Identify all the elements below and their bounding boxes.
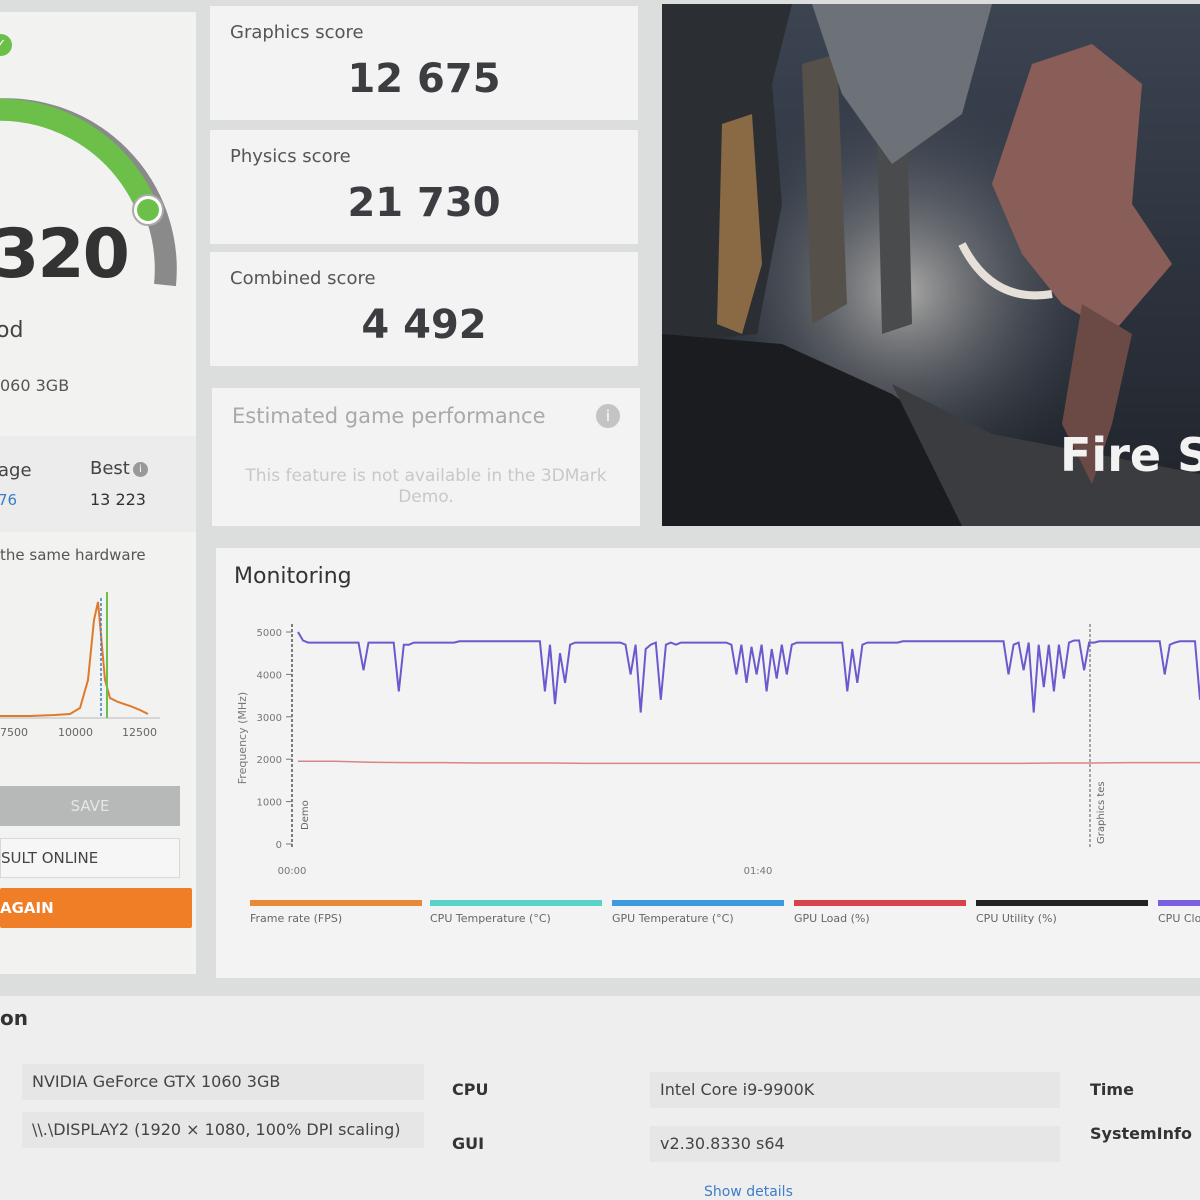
- system-information-panel: on NVIDIA GeForce GTX 1060 3GB \\.\DISPL…: [0, 996, 1200, 1200]
- estimated-performance-title: Estimated game performance: [232, 404, 546, 428]
- y-tick-label: 0: [276, 840, 282, 851]
- score-rating-label: od: [0, 318, 24, 343]
- monitoring-chart: 0 1000 2000 3000 4000 5000 Frequency (MHz) 00:0…: [236, 624, 1200, 877]
- y-tick-label: 4000: [257, 670, 282, 681]
- stats-row: [0, 436, 196, 532]
- systeminfo-key: SystemInfo: [1090, 1124, 1192, 1143]
- legend-label: Frame rate (FPS): [250, 912, 343, 925]
- cpu-key: CPU: [452, 1080, 489, 1099]
- series-line-cpu-clock: [297, 631, 1200, 713]
- legend-label: GPU Load (%): [794, 912, 870, 925]
- system-information-title: on: [0, 1006, 28, 1030]
- save-button[interactable]: SAVE: [0, 786, 180, 826]
- dist-tick: 7500: [0, 726, 28, 739]
- benchmark-hero-image: Fire St: [662, 4, 1200, 526]
- physics-score-label: Physics score: [230, 146, 351, 167]
- x-tick-label: 01:40: [744, 866, 773, 877]
- legend-item[interactable]: CPU Clo: [1158, 900, 1200, 930]
- show-details-link[interactable]: Show details: [704, 1184, 793, 1200]
- combined-score-value: 4 492: [361, 302, 487, 348]
- dist-tick: 10000: [58, 726, 93, 739]
- legend-color-bar: [1158, 900, 1200, 906]
- legend-label: GPU Temperature (°C): [612, 912, 734, 925]
- view-result-online-button[interactable]: SULT ONLINE: [0, 838, 180, 878]
- overall-score: 320: [0, 215, 130, 294]
- x-tick-label: 00:00: [278, 866, 307, 877]
- y-tick-label: 5000: [257, 628, 282, 639]
- physics-score-value: 21 730: [347, 180, 501, 226]
- y-axis-label: Frequency (MHz): [236, 692, 249, 784]
- display-value: \\.\DISPLAY2 (1920 × 1080, 100% DPI scal…: [22, 1112, 424, 1148]
- same-hardware-caption: the same hardware: [0, 546, 146, 564]
- legend-color-bar: [250, 900, 422, 906]
- graphics-score-value: 12 675: [347, 56, 501, 102]
- score-distribution-chart: 7500 10000 12500: [0, 592, 160, 739]
- combined-score-label: Combined score: [230, 268, 376, 289]
- average-label: age: [0, 460, 32, 481]
- legend-label: CPU Temperature (°C): [430, 912, 551, 925]
- dist-tick: 12500: [122, 726, 157, 739]
- benchmark-title: Fire St: [1060, 428, 1200, 482]
- legend-color-bar: [794, 900, 966, 906]
- info-icon[interactable]: i: [596, 404, 620, 428]
- legend-item[interactable]: CPU Utility (%): [976, 900, 1148, 930]
- gui-key: GUI: [452, 1134, 485, 1153]
- gpu-name: 060 3GB: [0, 376, 70, 395]
- graphics-score-card: Graphics score 12 675: [210, 6, 638, 120]
- info-icon[interactable]: i: [132, 461, 148, 477]
- average-value[interactable]: 76: [0, 491, 17, 509]
- series-line-gpu-clock: [298, 760, 1200, 765]
- estimated-performance-card: Estimated game performance i This featur…: [212, 388, 640, 526]
- legend-color-bar: [430, 900, 602, 906]
- legend-label: CPU Utility (%): [976, 912, 1057, 925]
- cpu-value: Intel Core i9-9900K: [650, 1072, 1060, 1108]
- physics-score-card: Physics score 21 730: [210, 130, 638, 244]
- graphics-score-label: Graphics score: [230, 22, 364, 43]
- y-tick-label: 1000: [257, 798, 282, 809]
- legend-item[interactable]: GPU Load (%): [794, 900, 966, 930]
- legend-color-bar: [976, 900, 1148, 906]
- best-label: Best i: [90, 458, 148, 479]
- marker-label: Demo: [300, 800, 311, 830]
- estimated-performance-message: This feature is not available in the 3DM…: [245, 466, 607, 507]
- combined-score-card: Combined score 4 492: [210, 252, 638, 366]
- legend-item[interactable]: GPU Temperature (°C): [612, 900, 784, 930]
- best-value: 13 223: [90, 490, 146, 509]
- y-tick-label: 2000: [257, 755, 282, 766]
- time-key: Time: [1090, 1080, 1134, 1099]
- y-tick-label: 3000: [257, 713, 282, 724]
- best-label-text: Best: [90, 458, 130, 479]
- legend-item[interactable]: CPU Temperature (°C): [430, 900, 602, 930]
- legend-color-bar: [612, 900, 784, 906]
- gpu-value: NVIDIA GeForce GTX 1060 3GB: [22, 1064, 424, 1100]
- gui-value: v2.30.8330 s64: [650, 1126, 1060, 1162]
- run-again-button[interactable]: AGAIN: [0, 888, 192, 928]
- monitoring-panel: Monitoring 0 1000 2000 3000 4000 5000 Frequenc…: [216, 548, 1200, 978]
- monitoring-title: Monitoring: [234, 564, 352, 589]
- legend-item[interactable]: Frame rate (FPS): [250, 900, 422, 930]
- legend-label: CPU Clo: [1158, 912, 1200, 925]
- marker-label: Graphics tes: [1096, 781, 1107, 844]
